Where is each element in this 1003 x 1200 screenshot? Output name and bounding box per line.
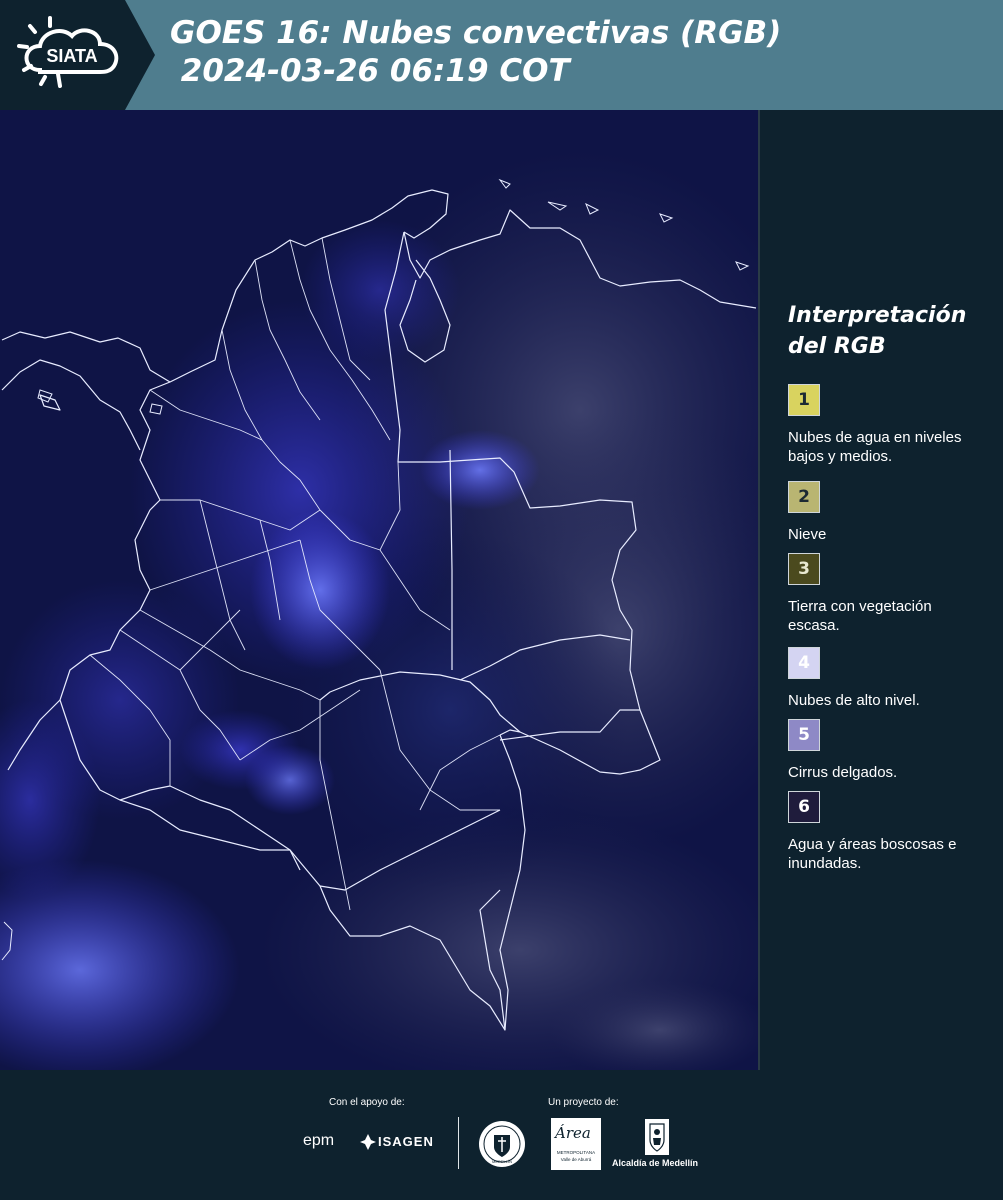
legend-label-2: Nieve: [788, 526, 827, 543]
area-sub-text-1: METROPOLITANA: [556, 1150, 596, 1155]
legend-swatch-5: 5: [788, 719, 820, 751]
medellin-seal-logo: MEDELLÍN: [477, 1119, 527, 1169]
alcaldia-text: Alcaldía de Medellín: [612, 1158, 699, 1168]
alcaldia-shield-icon: [645, 1119, 669, 1155]
page-title: GOES 16: Nubes convectivas (RGB) 2024-03…: [170, 14, 781, 90]
svg-text:SIATA: SIATA: [46, 46, 97, 66]
area-brand-text: Área: [555, 1124, 591, 1142]
legend-label-3: Tierra con vegetación escasa.: [788, 598, 932, 634]
satellite-rgb-image-colombia-icon: [0, 110, 760, 1070]
medellin-seal-icon: MEDELLÍN: [479, 1121, 525, 1167]
legend-swatch-2: 2: [788, 481, 820, 513]
legend-label-5: Cirrus delgados.: [788, 764, 898, 781]
legend-item-3: 3 Tierra con vegetación escasa.: [788, 553, 1003, 635]
siata-logo: SIATA: [0, 0, 155, 110]
legend-label-6: Agua y áreas boscosas e inundadas.: [788, 836, 957, 872]
legend-label-4: Nubes de alto nivel.: [788, 692, 920, 709]
legend-swatch-6: 6: [788, 791, 820, 823]
area-sub-text-2: Valle de Aburrá: [560, 1157, 592, 1162]
satellite-map[interactable]: [0, 110, 760, 1070]
legend-swatch-4: 4: [788, 647, 820, 679]
legend-item-6: 6 Agua y áreas boscosas e inundadas.: [788, 791, 1003, 873]
legend-swatch-1: 1: [788, 384, 820, 416]
legend-item-5: 5 Cirrus delgados.: [788, 719, 1003, 782]
siata-logo-icon: SIATA: [0, 0, 155, 110]
isagen-mark-icon: [360, 1134, 376, 1150]
project-label: Un proyecto de:: [548, 1097, 619, 1108]
title-line-1: GOES 16: Nubes convectivas (RGB): [170, 15, 782, 51]
footer: Con el apoyo de: Un proyecto de: epm ISA…: [0, 1070, 1003, 1200]
isagen-text: ISAGEN: [378, 1134, 434, 1149]
svg-text:MEDELLÍN: MEDELLÍN: [492, 1159, 512, 1164]
legend-item-1: 1 Nubes de agua en niveles bajos y medio…: [788, 384, 1003, 466]
legend-item-4: 4 Nubes de alto nivel.: [788, 647, 1003, 710]
legend-swatch-3: 3: [788, 553, 820, 585]
title-line-2: 2024-03-26 06:19 COT: [170, 53, 570, 89]
legend-panel: Interpretación del RGB 1 Nubes de agua e…: [760, 110, 1003, 1070]
support-label: Con el apoyo de:: [329, 1097, 405, 1108]
epm-logo: epm: [303, 1132, 335, 1149]
legend-title: Interpretación del RGB: [788, 303, 967, 359]
isagen-logo: ISAGEN: [360, 1133, 440, 1153]
footer-divider: [458, 1117, 459, 1169]
area-metropolitana-logo: Área METROPOLITANA Valle de Aburrá: [551, 1118, 601, 1170]
legend-item-2: 2 Nieve: [788, 481, 1003, 544]
alcaldia-logo: Alcaldía de Medellín: [612, 1118, 704, 1172]
header-bar: SIATA GOES 16: Nubes convectivas (RGB) 2…: [0, 0, 1003, 110]
legend-label-1: Nubes de agua en niveles bajos y medios.: [788, 429, 962, 465]
